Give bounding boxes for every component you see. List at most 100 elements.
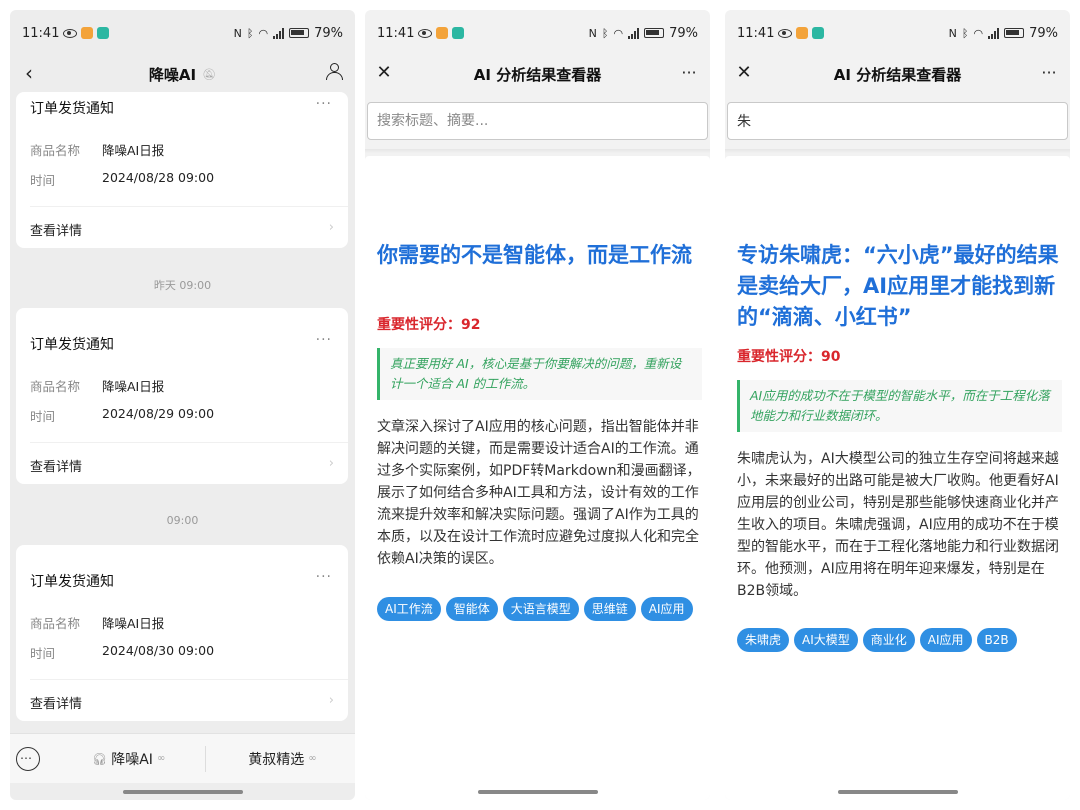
bluetooth-icon: ᛒ [601,26,609,40]
eye-icon [63,28,78,38]
view-details-link[interactable]: 查看详情 [30,220,82,239]
link-icon: ∞ [308,753,317,764]
tag[interactable]: 商业化 [862,628,915,652]
status-time: 11:41 [377,25,415,41]
article-title[interactable]: 你需要的不是智能体，而是工作流 [377,240,702,271]
tag[interactable]: B2B [976,628,1017,652]
tag[interactable]: AI工作流 [377,597,441,621]
more-icon[interactable]: ··· [316,332,332,348]
more-icon[interactable]: ··· [1038,62,1060,84]
eye-icon [418,28,433,38]
viewer-navbar: ✕ AI 分析结果查看器 ··· [725,56,1070,92]
nfc-icon: N [948,26,957,40]
order-notification-card[interactable]: 订单发货通知 ··· 商品名称 降噪AI日报 时间 2024/08/30 09:… [16,545,348,721]
menu-tab-huangshu[interactable]: 黄叔精选 ∞ [248,749,316,769]
bluetooth-icon: ᛒ [246,26,254,40]
chat-bottom-bar: 🎧︎ 降噪AI ∞ 黄叔精选 ∞ [10,733,355,783]
chat-time-label: 昨天 09:00 [153,279,212,292]
nfc-icon: N [588,26,597,40]
viewer-screen-search: 11:41 N ᛒ ◠ 79% ✕ AI 分析结果查看器 ··· 专访朱啸虎：“… [725,10,1070,800]
divider [30,206,348,207]
divider [725,149,1070,153]
key-quote: 真正要用好 AI，核心是基于你要解决的问题，重新设计一个适合 AI 的工作流。 [377,348,702,400]
divider [30,442,348,443]
chevron-right-icon: › [328,220,334,235]
chevron-right-icon: › [328,693,334,708]
home-indicator[interactable] [477,790,598,794]
product-value: 降噪AI日报 [102,379,165,394]
tag[interactable]: AI应用 [919,628,972,652]
order-notification-card[interactable]: 订单发货通知 ··· 商品名称 降噪AI日报 时间 2024/08/28 09:… [16,92,348,248]
home-indicator[interactable] [837,790,958,794]
time-row: 时间 2024/08/28 09:00 [30,170,214,189]
order-notification-card[interactable]: 订单发货通知 ··· 商品名称 降噪AI日报 时间 2024/08/29 09:… [16,308,348,484]
viewer-navbar: ✕ AI 分析结果查看器 ··· [365,56,710,92]
time-label: 时间 [30,646,56,661]
time-label: 时间 [30,173,56,188]
article-title[interactable]: 专访朱啸虎：“六小虎”最好的结果是卖给大厂，AI应用里才能找到新的“滴滴、小红书… [737,240,1062,333]
headset-icon: 🎧︎ [92,751,108,766]
time-row: 时间 2024/08/29 09:00 [30,406,214,425]
product-label: 商品名称 [30,616,81,631]
chat-navbar: ‹ 降噪AI 🔕︎ [10,56,355,92]
view-details-link[interactable]: 查看详情 [30,456,82,475]
profile-button[interactable] [323,62,345,84]
tag-list: AI工作流 智能体 大语言模型 思维链 AI应用 [377,597,707,621]
search-input[interactable] [727,102,1068,140]
more-icon[interactable]: ··· [678,62,700,84]
article-card: 专访朱啸虎：“六小虎”最好的结果是卖给大厂，AI应用里才能找到新的“滴滴、小红书… [725,156,1070,800]
app-notification-icon [796,27,809,39]
chevron-right-icon: › [328,456,334,471]
signal-icon [628,27,640,39]
user-icon [325,62,343,80]
card-title: 订单发货通知 [30,101,114,117]
app-notification-icon [81,27,94,39]
battery-percent: 79% [669,25,698,41]
app-notification-icon [436,27,449,39]
home-indicator[interactable] [122,790,243,794]
close-icon[interactable]: ✕ [733,62,755,84]
article-summary: 朱啸虎认为，AI大模型公司的独立生存空间将越来越小，未来最好的出路可能是被大厂收… [737,451,1059,599]
tag[interactable]: 大语言模型 [502,597,579,621]
back-icon[interactable]: ‹ [18,62,40,84]
product-row: 商品名称 降噪AI日报 [30,140,164,159]
battery-icon [644,28,665,38]
wifi-icon: ◠ [973,26,984,40]
keyboard-icon[interactable] [16,746,40,771]
app-notification-icon [812,27,825,39]
tag[interactable]: AI应用 [640,597,693,621]
product-row: 商品名称 降噪AI日报 [30,376,164,395]
time-value: 2024/08/29 09:00 [102,406,215,421]
app-notification-icon [97,27,110,39]
status-bar: 11:41 N ᛒ ◠ 79% [10,10,355,56]
card-title: 订单发货通知 [30,337,114,353]
more-icon[interactable]: ··· [316,96,332,112]
status-time: 11:41 [22,25,60,41]
more-icon[interactable]: ··· [316,569,332,585]
eye-icon [778,28,793,38]
battery-icon [289,28,310,38]
battery-icon [1004,28,1025,38]
search-input[interactable] [367,102,708,140]
article-card: 你需要的不是智能体，而是工作流 重要性评分：92 真正要用好 AI，核心是基于你… [365,156,710,800]
card-title: 订单发货通知 [30,574,114,590]
tag-list: 朱啸虎 AI大模型 商业化 AI应用 B2B [737,628,1067,652]
tag[interactable]: 朱啸虎 [737,628,790,652]
view-details-link[interactable]: 查看详情 [30,693,82,712]
tag[interactable]: 思维链 [583,597,636,621]
nfc-icon: N [233,26,242,40]
time-value: 2024/08/30 09:00 [102,643,215,658]
chat-screen: 11:41 N ᛒ ◠ 79% ‹ 降噪AI 🔕︎ 订单发货通知 ··· 商品名… [10,10,355,800]
close-icon[interactable]: ✕ [373,62,395,84]
wifi-icon: ◠ [258,26,269,40]
tag[interactable]: AI大模型 [794,628,858,652]
status-bar: 11:41 N ᛒ ◠ 79% [725,10,1070,56]
time-row: 时间 2024/08/30 09:00 [30,643,214,662]
menu-tab-jiangzao[interactable]: 🎧︎ 降噪AI ∞ [92,749,165,769]
tag[interactable]: 智能体 [445,597,498,621]
bluetooth-icon: ᛒ [961,26,969,40]
divider [365,149,710,153]
battery-percent: 79% [314,25,343,41]
importance-score: 重要性评分：90 [737,349,841,365]
signal-icon [988,27,1000,39]
